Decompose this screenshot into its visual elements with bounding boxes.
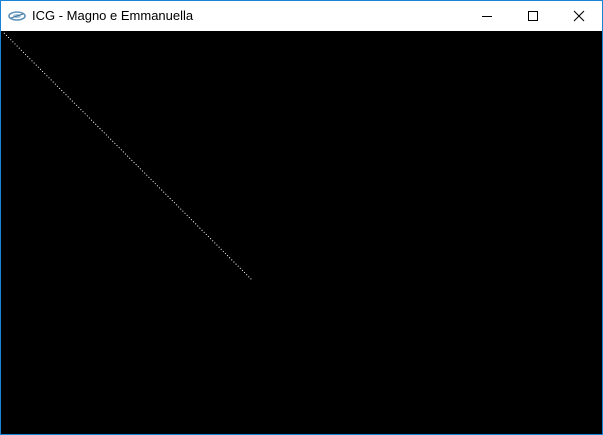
dotted-diagonal-line <box>3 32 253 281</box>
window-title: ICG - Magno e Emmanuella <box>32 8 194 23</box>
close-icon <box>573 10 585 22</box>
app-window: ICG - Magno e Emmanuella <box>0 0 603 435</box>
close-button[interactable] <box>556 1 602 31</box>
render-canvas[interactable] <box>1 31 602 434</box>
window-controls <box>464 1 602 31</box>
canvas-drawing <box>3 32 253 281</box>
opengl-app-icon <box>8 9 26 23</box>
maximize-button[interactable] <box>510 1 556 31</box>
minimize-button[interactable] <box>464 1 510 31</box>
title-bar[interactable]: ICG - Magno e Emmanuella <box>1 1 602 31</box>
minimize-icon <box>482 16 492 17</box>
maximize-icon <box>528 11 538 21</box>
